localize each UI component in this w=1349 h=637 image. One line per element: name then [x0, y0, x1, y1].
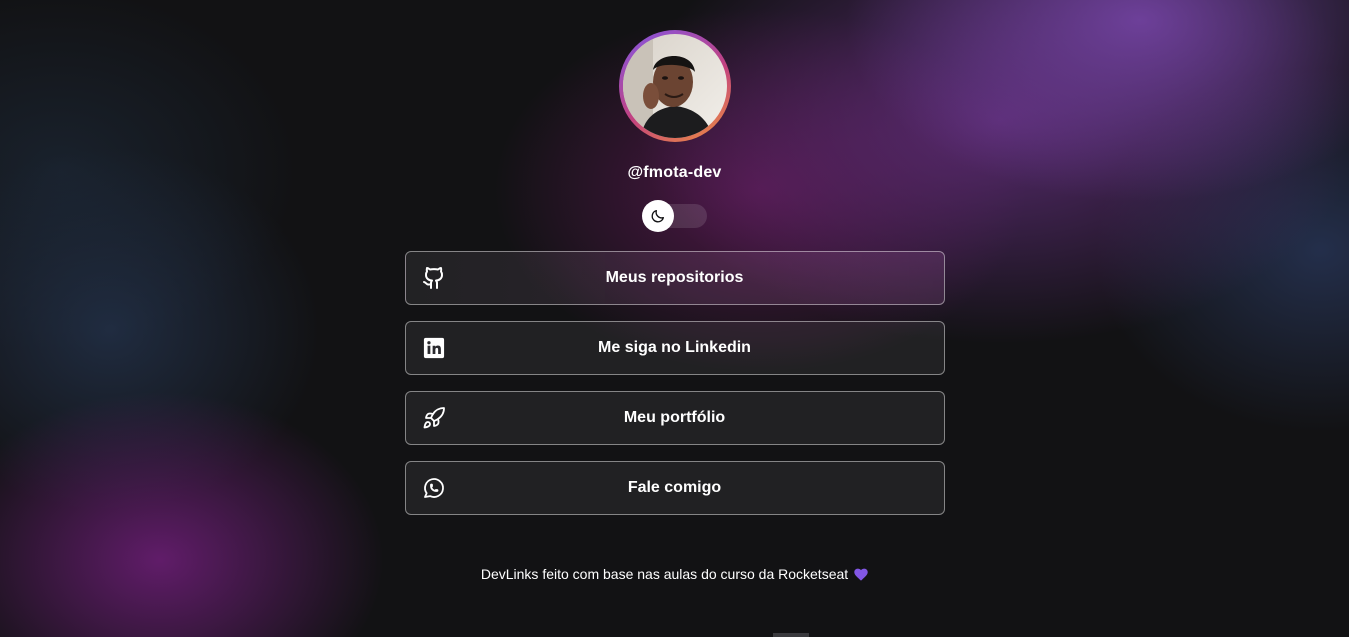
- links-list: Meus repositorios Me siga no Linkedin Me…: [404, 251, 945, 531]
- username: @fmota-dev: [627, 164, 722, 181]
- toggle-knob[interactable]: [641, 200, 674, 232]
- link-portfolio-label: Meu portfólio: [623, 409, 726, 426]
- link-github-label: Meus repositorios: [605, 269, 744, 286]
- link-linkedin-button[interactable]: Me siga no Linkedin: [404, 321, 945, 375]
- moon-icon: [651, 210, 664, 223]
- link-whatsapp-label: Fale comigo: [627, 479, 722, 496]
- link-whatsapp-button[interactable]: Fale comigo: [404, 461, 945, 515]
- avatar-ring: [618, 30, 731, 142]
- whatsapp-icon: [422, 476, 446, 500]
- theme-toggle[interactable]: [641, 200, 707, 232]
- scroll-indicator: [773, 633, 809, 637]
- link-github-button[interactable]: Meus repositorios: [404, 251, 945, 305]
- link-linkedin-label: Me siga no Linkedin: [598, 339, 751, 356]
- linkedin-icon: [422, 336, 446, 360]
- footer: DevLinks feito com base nas aulas do cur…: [481, 565, 868, 583]
- github-icon: [422, 266, 446, 290]
- profile-container: @fmota-dev Meus repositorios Me siga no …: [404, 0, 945, 583]
- avatar: [622, 34, 727, 138]
- link-portfolio-button[interactable]: Meu portfólio: [404, 391, 945, 445]
- purple-heart-icon: [854, 568, 868, 581]
- footer-text: DevLinks feito com base nas aulas do cur…: [480, 566, 849, 582]
- rocket-icon: [422, 406, 446, 430]
